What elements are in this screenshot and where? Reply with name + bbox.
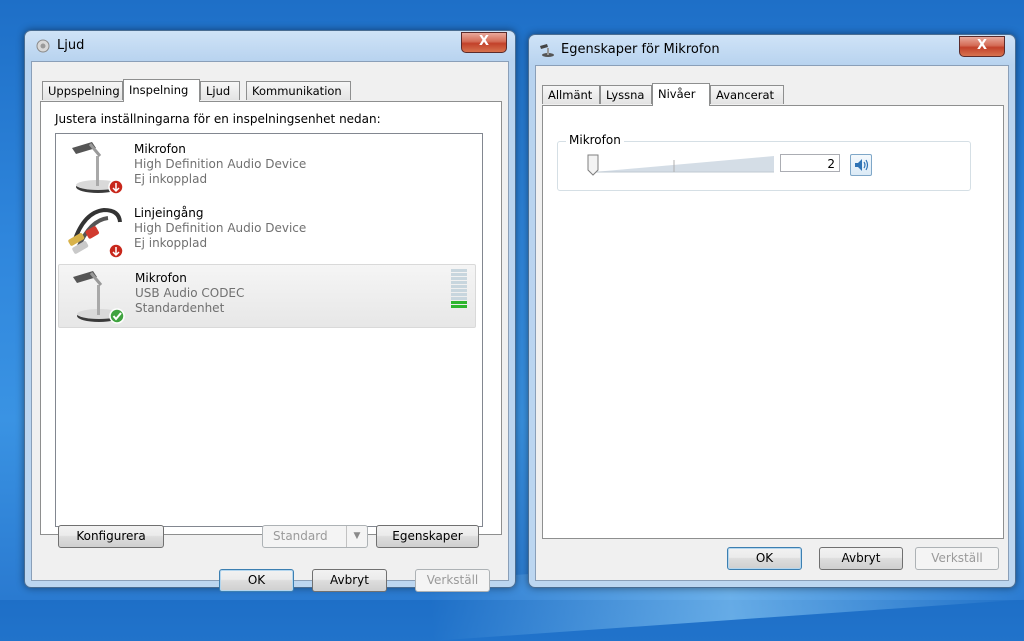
device-item-microphone-usb[interactable]: Mikrofon USB Audio CODEC Standardenhet: [58, 264, 476, 328]
apply-button[interactable]: Verkställ: [915, 547, 999, 570]
level-segment: [451, 301, 467, 304]
device-description: High Definition Audio Device: [134, 157, 307, 171]
instruction-text: Justera inställningarna för en inspelnin…: [55, 112, 381, 126]
microphone-icon: [73, 271, 125, 324]
close-button[interactable]: X: [959, 36, 1005, 57]
device-name: Linjeingång: [134, 206, 204, 220]
microphone-small-icon: [540, 44, 554, 57]
level-segment: [451, 269, 467, 272]
sound-dialog-titlebar[interactable]: Ljud X: [25, 31, 515, 61]
ok-button[interactable]: OK: [727, 547, 802, 570]
speaker-settings-icon: [36, 39, 50, 53]
close-button[interactable]: X: [461, 32, 507, 53]
cancel-button[interactable]: Avbryt: [819, 547, 903, 570]
tab-bar: Allmänt Lyssna Nivåer Avancerat: [540, 83, 1000, 106]
ok-button[interactable]: OK: [219, 569, 294, 592]
apply-button[interactable]: Verkställ: [415, 569, 490, 592]
mute-toggle-button[interactable]: [850, 154, 872, 176]
microphone-properties-dialog: Egenskaper för Mikrofon X Allmänt Lyssna…: [528, 34, 1016, 588]
level-slider[interactable]: [584, 152, 774, 178]
device-status: Standardenhet: [135, 301, 225, 315]
device-item-microphone-hd[interactable]: Mikrofon High Definition Audio Device Ej…: [58, 136, 474, 198]
properties-button[interactable]: Egenskaper: [376, 525, 479, 548]
set-default-label: Standard: [273, 529, 328, 543]
device-status: Ej inkopplad: [134, 236, 208, 250]
set-default-button[interactable]: Standard ▼: [262, 525, 368, 548]
properties-titlebar[interactable]: Egenskaper för Mikrofon X: [529, 35, 1015, 65]
device-list[interactable]: Mikrofon High Definition Audio Device Ej…: [55, 133, 483, 527]
device-name: Mikrofon: [135, 271, 187, 285]
window-title: Egenskaper för Mikrofon: [561, 42, 720, 57]
tab-levels[interactable]: Nivåer: [652, 83, 710, 106]
window-title: Ljud: [57, 38, 85, 53]
microphone-icon: [72, 142, 124, 195]
speaker-icon: [855, 159, 869, 171]
device-status: Ej inkopplad: [134, 172, 208, 186]
line-in-cable-icon: [68, 207, 124, 259]
slider-thumb: [587, 154, 599, 176]
level-segment: [451, 281, 467, 284]
properties-body: Allmänt Lyssna Nivåer Avancerat Mikrofon…: [535, 65, 1009, 581]
level-segment: [451, 293, 467, 296]
microphone-level-group: Mikrofon 2: [557, 133, 971, 191]
level-segment: [451, 277, 467, 280]
tab-advanced[interactable]: Avancerat: [710, 85, 784, 104]
level-value-field[interactable]: 2: [780, 154, 840, 172]
chevron-down-icon[interactable]: ▼: [346, 526, 367, 547]
sound-dialog: Ljud X Uppspelning Inspelning Ljud Kommu…: [24, 30, 516, 592]
level-segment: [451, 297, 467, 300]
configure-button[interactable]: Konfigurera: [58, 525, 164, 548]
tab-sounds[interactable]: Ljud: [200, 81, 240, 100]
sound-dialog-body: Uppspelning Inspelning Ljud Kommunikatio…: [31, 61, 509, 581]
device-description: USB Audio CODEC: [135, 286, 245, 300]
tab-recording[interactable]: Inspelning: [123, 79, 200, 102]
tab-playback[interactable]: Uppspelning: [42, 81, 123, 100]
tab-listen[interactable]: Lyssna: [600, 85, 652, 104]
cancel-button[interactable]: Avbryt: [312, 569, 387, 592]
recording-tab-panel: Justera inställningarna för en inspelnin…: [40, 101, 502, 535]
device-name: Mikrofon: [134, 142, 186, 156]
default-check-icon: [109, 308, 125, 324]
level-segment: [451, 305, 467, 308]
levels-tab-panel: Mikrofon 2: [542, 105, 1004, 539]
tab-communication[interactable]: Kommunikation: [246, 81, 351, 100]
device-item-line-in[interactable]: Linjeingång High Definition Audio Device…: [58, 200, 474, 262]
device-description: High Definition Audio Device: [134, 221, 307, 235]
group-label: Mikrofon: [566, 133, 624, 147]
tab-general[interactable]: Allmänt: [542, 85, 600, 104]
level-segment: [451, 273, 467, 276]
level-meter: [451, 269, 467, 319]
tab-bar: Uppspelning Inspelning Ljud Kommunikatio…: [40, 79, 500, 102]
level-segment: [451, 285, 467, 288]
level-segment: [451, 289, 467, 292]
